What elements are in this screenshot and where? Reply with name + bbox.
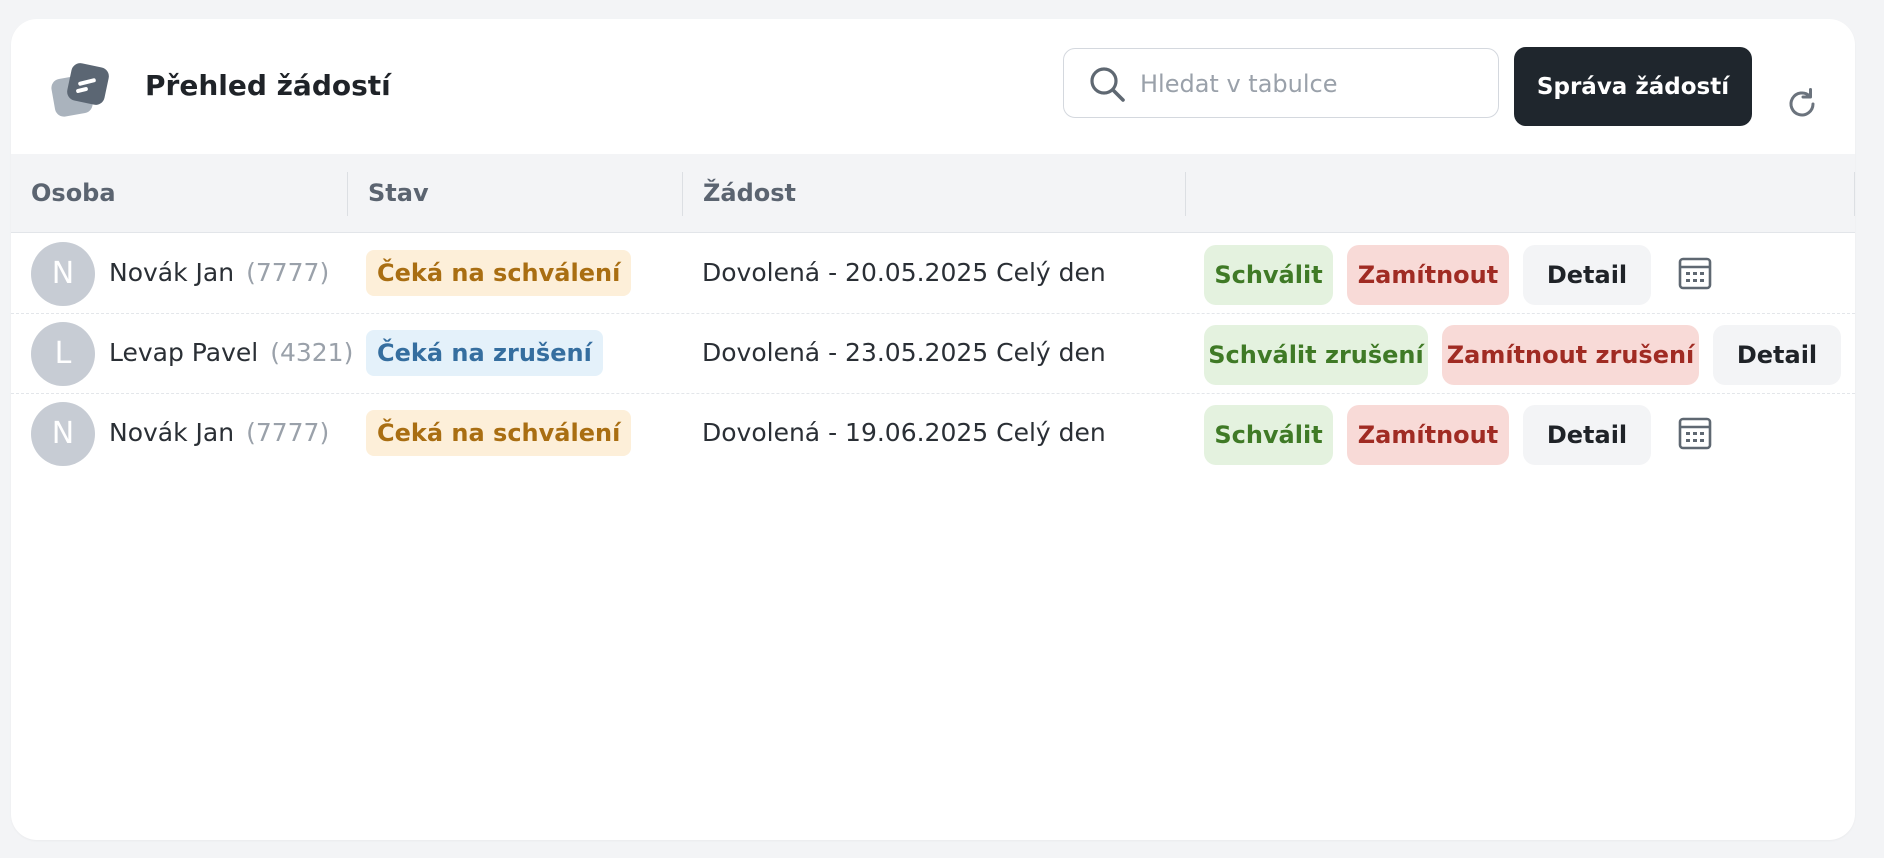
request-text: Dovolená - 20.05.2025 Celý den [702,258,1106,287]
column-header-request[interactable]: Žádost [683,154,1186,232]
manage-requests-button[interactable]: Správa žádostí [1514,47,1752,126]
person-name: Novák Jan (7777) [109,233,329,313]
column-header-actions [1186,154,1855,232]
request-text: Dovolená - 23.05.2025 Celý den [702,338,1106,367]
refresh-icon[interactable] [1784,86,1820,122]
status-badge: Čeká na zrušení [366,330,603,376]
approve-button[interactable]: Schválit [1204,245,1333,305]
detail-button[interactable]: Detail [1713,325,1841,385]
search-input[interactable] [1138,49,1482,118]
table-row: N Novák Jan (7777) Čeká na schválení Dovo… [11,393,1855,473]
person-id: (7777) [246,258,330,287]
status-badge: Čeká na schválení [366,250,632,296]
person-name-text: Novák Jan [109,258,235,287]
reject-button[interactable]: Zamítnout [1347,245,1509,305]
documents-icon [51,63,109,117]
reject-cancellation-button[interactable]: Zamítnout zrušení [1442,325,1699,385]
page-title: Přehled žádostí [145,69,391,102]
search-icon [1090,67,1125,102]
person-name: Levap Pavel (4321) [109,313,353,393]
column-header-status[interactable]: Stav [348,154,683,232]
approve-button[interactable]: Schválit [1204,405,1333,465]
reject-button[interactable]: Zamítnout [1347,405,1509,465]
table-header: Osoba Stav Žádost [11,154,1855,233]
avatar: N [31,402,95,466]
request-text: Dovolená - 19.06.2025 Celý den [702,418,1106,447]
table-row: L Levap Pavel (4321) Čeká na zrušení Dovo… [11,313,1855,394]
person-id: (7777) [246,418,330,447]
person-name: Novák Jan (7777) [109,393,329,473]
avatar: N [31,242,95,306]
person-name-text: Levap Pavel [109,338,259,367]
approve-cancellation-button[interactable]: Schválit zrušení [1204,325,1428,385]
detail-button[interactable]: Detail [1523,245,1651,305]
card-header: Přehled žádostí Správa žádostí [11,19,1855,154]
detail-button[interactable]: Detail [1523,405,1651,465]
person-name-text: Novák Jan [109,418,235,447]
person-id: (4321) [270,338,354,367]
table-row: N Novák Jan (7777) Čeká na schválení Dovo… [11,233,1855,314]
requests-card: Přehled žádostí Správa žádostí Osoba Sta… [11,19,1855,840]
search-box[interactable] [1063,48,1499,118]
avatar: L [31,322,95,386]
calendar-icon[interactable] [1677,255,1713,291]
column-header-person[interactable]: Osoba [11,154,348,232]
calendar-icon[interactable] [1677,415,1713,451]
status-badge: Čeká na schválení [366,410,632,456]
